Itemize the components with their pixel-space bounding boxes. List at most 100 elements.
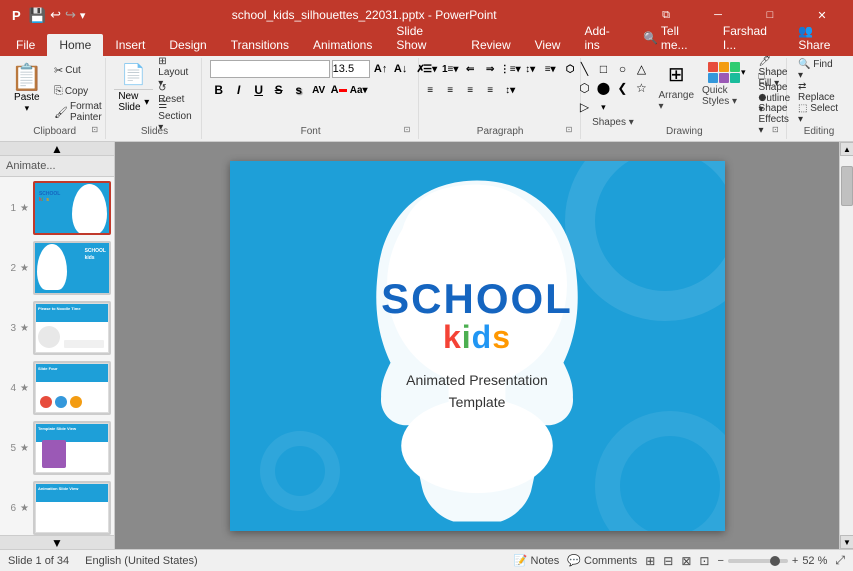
slide-item-6[interactable]: 6 ★ Animation Slide View	[4, 481, 110, 535]
slide-item-3[interactable]: 3 ★ Please to Noodle Time	[4, 301, 110, 355]
view-presenter-btn[interactable]: ⊡	[699, 554, 709, 568]
view-normal-btn[interactable]: ⊞	[645, 554, 655, 568]
new-slide-button[interactable]: 📄	[115, 60, 152, 89]
slide-thumb-4[interactable]: Slide Four	[33, 361, 111, 415]
arrange-label[interactable]: Arrange ▾	[654, 89, 698, 113]
align-right-btn[interactable]: ≡	[461, 81, 479, 99]
tab-slideshow[interactable]: Slide Show	[384, 20, 459, 56]
tab-user[interactable]: Farshad I...	[711, 20, 786, 56]
numbering-btn[interactable]: 1≡▾	[441, 60, 459, 78]
shape-effects-btn[interactable]: ◆ Shape Effects ▾	[756, 104, 794, 124]
columns-btn[interactable]: ⋮≡▾	[501, 60, 519, 78]
scroll-down-btn[interactable]: ▼	[840, 535, 853, 549]
text-case-btn[interactable]: Aa▾	[350, 81, 368, 99]
increase-font-btn[interactable]: A↑	[372, 60, 390, 78]
zoom-out-btn[interactable]: −	[717, 555, 723, 567]
font-color-btn[interactable]: A	[330, 81, 348, 99]
shadow-btn[interactable]: s	[290, 81, 308, 99]
redo-btn[interactable]: ↪	[65, 7, 76, 23]
align-text-btn[interactable]: ≡▾	[541, 60, 559, 78]
tab-transitions[interactable]: Transitions	[219, 34, 301, 56]
char-spacing-btn[interactable]: AV	[310, 81, 328, 99]
shape-icon-8[interactable]: ☆	[632, 79, 650, 97]
copy-button[interactable]: ⎘Copy	[51, 81, 105, 101]
justify-btn[interactable]: ≡	[481, 81, 499, 99]
zoom-in-btn[interactable]: +	[792, 555, 798, 567]
paste-dropdown[interactable]: ▾	[25, 103, 30, 114]
shape-icon-9[interactable]: ▷	[575, 98, 593, 116]
slide-thumb-6[interactable]: Animation Slide View	[33, 481, 111, 535]
tab-tellme[interactable]: 🔍Tell me...	[631, 20, 711, 56]
select-button[interactable]: ⬚ Select ▾	[795, 104, 843, 124]
section-button[interactable]: ☰ Section ▾	[155, 106, 194, 126]
slides-scroll-up[interactable]: ▲	[0, 142, 114, 156]
slide-star-4: ★	[20, 383, 29, 394]
bold-btn[interactable]: B	[210, 81, 228, 99]
slides-scroll-down[interactable]: ▼	[0, 535, 114, 549]
shape-icon-2[interactable]: □	[594, 60, 612, 78]
tab-home[interactable]: Home	[47, 34, 103, 56]
undo-btn[interactable]: ↩	[50, 7, 61, 23]
align-left-btn[interactable]: ≡	[421, 81, 439, 99]
tab-insert[interactable]: Insert	[103, 34, 157, 56]
tab-animations[interactable]: Animations	[301, 34, 384, 56]
font-expand[interactable]: ⊡	[404, 125, 416, 137]
arrange-icon[interactable]: ⊞	[662, 60, 691, 89]
fit-window-btn[interactable]: ⤢	[835, 553, 845, 568]
align-center-btn[interactable]: ≡	[441, 81, 459, 99]
new-slide-dropdown[interactable]: New Slide▾	[114, 89, 153, 114]
strikethrough-btn[interactable]: S	[270, 81, 288, 99]
underline-btn[interactable]: U	[250, 81, 268, 99]
save-btn[interactable]: 💾	[29, 7, 46, 24]
find-button[interactable]: 🔍 Find ▾	[795, 60, 843, 80]
comments-btn[interactable]: 💬 Comments	[567, 554, 637, 567]
shape-icon-1[interactable]: ╲	[575, 60, 593, 78]
cut-button[interactable]: ✂Cut	[51, 60, 105, 80]
shape-icon-7[interactable]: ❮	[613, 79, 631, 97]
scroll-up-btn[interactable]: ▲	[840, 142, 853, 156]
slide-item-2[interactable]: 2 ★ SCHOOLkids	[4, 241, 110, 295]
slide-thumb-2[interactable]: SCHOOLkids	[33, 241, 111, 295]
font-size-input[interactable]	[332, 60, 370, 78]
slide-thumb-3[interactable]: Please to Noodle Time	[33, 301, 111, 355]
tab-addins[interactable]: Add-ins	[572, 20, 631, 56]
font-family-select[interactable]	[210, 60, 330, 78]
format-painter-button[interactable]: 🖌Format Painter	[51, 102, 105, 122]
italic-btn[interactable]: I	[230, 81, 248, 99]
tab-share[interactable]: 👥 Share	[786, 20, 853, 56]
slides-panel-header[interactable]: Animate...	[0, 156, 114, 177]
line-spacing-btn[interactable]: ↕▾	[501, 81, 519, 99]
slide-item-4[interactable]: 4 ★ Slide Four	[4, 361, 110, 415]
slide-thumb-5[interactable]: Template Slide View	[33, 421, 111, 475]
decrease-font-btn[interactable]: A↓	[392, 60, 410, 78]
view-reading-btn[interactable]: ⊠	[681, 554, 691, 568]
shape-more[interactable]: ▾	[594, 98, 612, 116]
clipboard-expand[interactable]: ⊡	[91, 125, 103, 137]
layout-button[interactable]: ⊞ Layout ▾	[155, 62, 194, 82]
quick-styles-label[interactable]: Quick Styles ▾	[702, 85, 752, 107]
quick-styles-icon[interactable]: ▾	[702, 60, 752, 85]
shape-icon-5[interactable]: ⬡	[575, 79, 593, 97]
zoom-thumb[interactable]	[770, 556, 780, 566]
scroll-thumb[interactable]	[841, 166, 853, 206]
bullets-btn[interactable]: ☰▾	[421, 60, 439, 78]
tab-file[interactable]: File	[4, 34, 47, 56]
notes-btn[interactable]: 📝 Notes	[514, 554, 559, 567]
shape-icon-3[interactable]: ○	[613, 60, 631, 78]
tab-design[interactable]: Design	[157, 34, 218, 56]
tab-view[interactable]: View	[523, 34, 573, 56]
shape-icon-4[interactable]: △	[632, 60, 650, 78]
slide-item-5[interactable]: 5 ★ Template Slide View	[4, 421, 110, 475]
text-direction-btn[interactable]: ↕▾	[521, 60, 539, 78]
view-slide-sorter-btn[interactable]: ⊟	[663, 554, 673, 568]
drawing-expand[interactable]: ⊡	[772, 125, 784, 137]
increase-indent-btn[interactable]: ⇒	[481, 60, 499, 78]
slide-item-1[interactable]: 1 ★ SCHOOLkids	[4, 181, 110, 235]
paste-button[interactable]: 📋 Paste ▾	[5, 60, 49, 123]
tab-review[interactable]: Review	[459, 34, 522, 56]
slide-thumb-1[interactable]: SCHOOLkids	[33, 181, 111, 235]
replace-button[interactable]: ⇄ Replace	[795, 82, 843, 102]
zoom-slider[interactable]	[728, 559, 788, 563]
decrease-indent-btn[interactable]: ⇐	[461, 60, 479, 78]
shape-icon-6[interactable]: ⬤	[594, 79, 612, 97]
